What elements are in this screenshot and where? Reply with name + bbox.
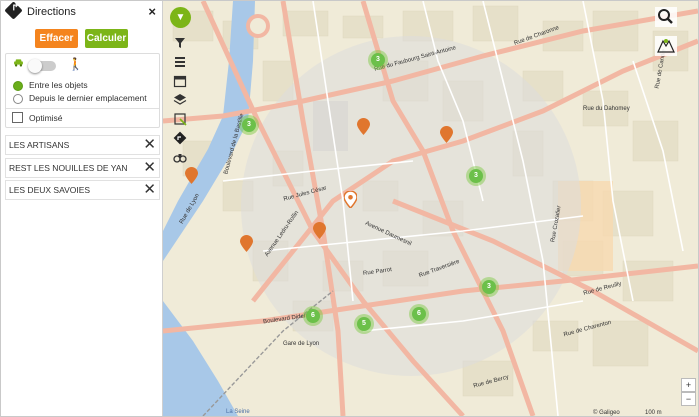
location-pin-icon[interactable]	[440, 126, 453, 143]
optimized-checkbox[interactable]	[12, 112, 23, 123]
stop-label: LES ARTISANS	[9, 140, 70, 150]
app-frame: ↱ Directions × Effacer Calculer 🚶 Entre …	[0, 0, 699, 417]
location-pin-icon[interactable]	[313, 222, 326, 239]
cluster-marker[interactable]: 3	[466, 166, 486, 186]
radio-since-last-label: Depuis le dernier emplacement	[29, 93, 147, 103]
cluster-marker[interactable]: 5	[354, 314, 374, 334]
attribution: © Galigeo	[593, 410, 620, 416]
remove-stop-icon[interactable]: ✕	[143, 136, 156, 154]
panel-header: ↱ Directions ×	[1, 1, 162, 23]
list-icon[interactable]	[172, 54, 188, 70]
panel-title: Directions	[27, 6, 76, 18]
stop-label: REST LES NOUILLES DE YAN	[9, 163, 128, 173]
collapse-toolbar-button[interactable]: ▼	[170, 7, 191, 28]
zoom-in-button[interactable]: +	[681, 378, 696, 392]
river-label: La Seine	[226, 409, 250, 415]
directions-logo-icon: ↱	[4, 1, 23, 20]
location-pin-icon[interactable]	[344, 191, 357, 208]
zoom-out-button[interactable]: −	[681, 392, 696, 406]
location-pin-icon[interactable]	[357, 118, 370, 135]
route-options: 🚶 Entre les objets Depuis le dernier emp…	[5, 53, 160, 128]
stop-label: LES DEUX SAVOIES	[9, 185, 91, 195]
street-label: Rue du Dahomey	[583, 106, 630, 112]
remove-stop-icon[interactable]: ✕	[143, 159, 156, 177]
stop-item[interactable]: REST LES NOUILLES DE YAN ✕	[5, 158, 160, 178]
divider	[6, 108, 159, 109]
search-icon[interactable]	[655, 7, 677, 27]
measure-icon[interactable]	[172, 111, 188, 127]
street-label: Gare de Lyon	[283, 341, 320, 347]
directions-panel: ↱ Directions × Effacer Calculer 🚶 Entre …	[1, 1, 163, 416]
radio-between-objects[interactable]	[13, 81, 23, 91]
layers-icon[interactable]	[172, 92, 188, 108]
radio-between-objects-label: Entre les objets	[29, 80, 88, 90]
cluster-marker[interactable]: 3	[368, 50, 388, 70]
stop-item[interactable]: LES ARTISANS ✕	[5, 135, 160, 155]
toggle-knob	[28, 59, 42, 73]
map-base	[163, 1, 698, 416]
binoculars-icon[interactable]	[172, 149, 188, 165]
car-icon[interactable]	[12, 59, 25, 67]
cluster-marker[interactable]: 6	[303, 306, 323, 326]
cluster-marker[interactable]: 6	[409, 304, 429, 324]
directions-icon[interactable]	[172, 130, 188, 146]
radio-since-last-location[interactable]	[13, 94, 23, 104]
cluster-marker[interactable]: 3	[239, 115, 259, 135]
map-canvas[interactable]: La Seine Rue de Charonne Rue du Faubourg…	[163, 1, 698, 416]
stop-item[interactable]: LES DEUX SAVOIES ✕	[5, 180, 160, 200]
cluster-marker[interactable]: 3	[479, 277, 499, 297]
optimized-label: Optimisé	[29, 113, 63, 123]
calendar-icon[interactable]	[172, 73, 188, 89]
clear-button[interactable]: Effacer	[35, 29, 78, 48]
transport-mode-toggle[interactable]	[28, 59, 56, 73]
street-view-icon[interactable]	[655, 36, 677, 56]
remove-stop-icon[interactable]: ✕	[143, 181, 156, 199]
close-panel-button[interactable]: ×	[148, 4, 156, 19]
location-pin-icon[interactable]	[240, 235, 253, 252]
location-pin-icon[interactable]	[185, 167, 198, 184]
calculate-button[interactable]: Calculer	[85, 29, 128, 48]
walk-icon[interactable]: 🚶	[68, 57, 83, 71]
scale-bar-label: 100 m	[645, 410, 662, 416]
filter-icon[interactable]	[172, 35, 188, 51]
